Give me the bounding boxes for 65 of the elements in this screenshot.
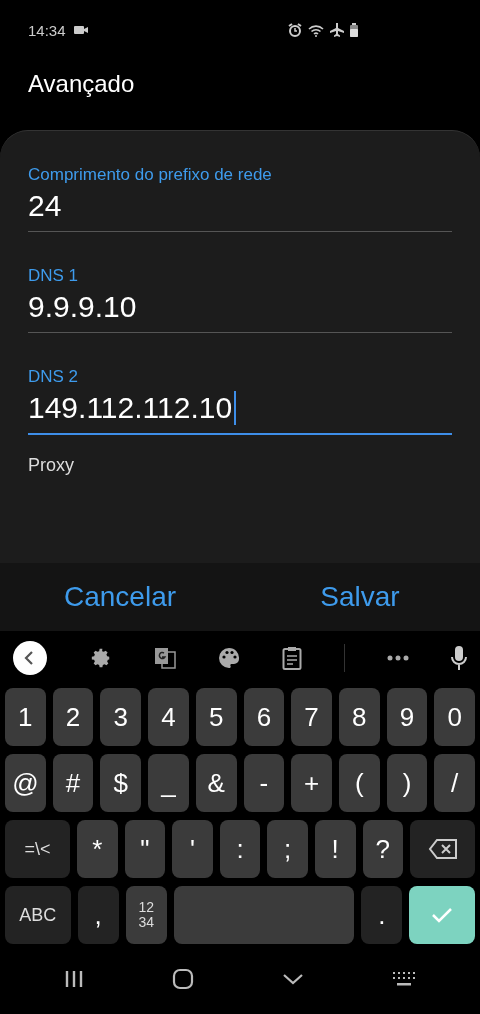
page-title: Avançado (27, 69, 136, 99)
status-time: 14:34 (28, 21, 66, 39)
key[interactable]: ( (338, 754, 380, 812)
key[interactable]: / (434, 754, 476, 812)
key[interactable]: # (52, 754, 94, 812)
field-value: 24 (28, 189, 63, 223)
translate-icon[interactable] (154, 647, 176, 669)
microphone-icon[interactable] (451, 646, 467, 670)
video-camera-icon (73, 25, 88, 35)
field-value: 9.9.9.10 (28, 290, 138, 324)
palette-icon[interactable] (218, 647, 240, 669)
key[interactable]: ? (362, 820, 404, 878)
key[interactable]: _ (148, 754, 189, 812)
key[interactable]: ) (386, 754, 428, 812)
key[interactable]: ABC (5, 886, 71, 944)
dialog-button[interactable]: Salvar (240, 563, 480, 631)
keyboard-icon[interactable] (392, 971, 416, 987)
field-label: DNS 2 (28, 367, 80, 387)
text-field[interactable]: Comprimento do prefixo de rede 24 (28, 165, 452, 232)
key[interactable]: ! (314, 820, 356, 878)
numbers-key[interactable]: 12 34 (125, 886, 167, 944)
check-icon (431, 907, 454, 923)
home-icon[interactable] (172, 968, 194, 990)
key[interactable]: 6 (243, 688, 285, 746)
key[interactable]: 3 (100, 688, 142, 746)
key[interactable]: 4 (148, 688, 189, 746)
key[interactable]: ; (267, 820, 308, 878)
text-field[interactable]: DNS 2 149.112.112.10 (28, 367, 452, 435)
key[interactable]: $ (100, 754, 142, 812)
key[interactable]: & (195, 754, 237, 812)
field-value: 149.112.112.10 (28, 391, 237, 425)
key[interactable]: " (124, 820, 166, 878)
key[interactable]: 1 (5, 688, 46, 746)
key[interactable]: + (291, 754, 332, 812)
key[interactable]: 2 (52, 688, 94, 746)
key[interactable]: . (361, 886, 403, 944)
battery-icon (350, 23, 358, 37)
settings-icon[interactable] (90, 647, 112, 669)
key[interactable]: * (76, 820, 118, 878)
proxy-label: Proxy (28, 455, 75, 476)
alarm-icon (288, 23, 302, 37)
field-label: DNS 1 (28, 266, 80, 286)
recent-apps-icon[interactable] (64, 970, 84, 988)
key[interactable]: : (219, 820, 261, 878)
key[interactable]: - (243, 754, 285, 812)
key[interactable]: 5 (195, 688, 237, 746)
field-label: Comprimento do prefixo de rede (28, 165, 273, 185)
backspace-icon (427, 838, 458, 860)
wifi-icon (308, 23, 324, 37)
back-icon[interactable] (12, 640, 48, 676)
key[interactable]: 8 (338, 688, 380, 746)
key[interactable]: 9 (386, 688, 428, 746)
text-field[interactable]: DNS 1 9.9.9.10 (28, 266, 452, 333)
dialog-button[interactable]: Cancelar (0, 563, 240, 631)
clipboard-icon[interactable] (282, 646, 302, 670)
key[interactable]: 7 (291, 688, 332, 746)
backspace-key[interactable] (410, 820, 476, 878)
airplane-icon (330, 23, 344, 37)
key[interactable]: , (77, 886, 119, 944)
more-icon[interactable] (387, 655, 409, 661)
key[interactable]: ' (172, 820, 213, 878)
chevron-down-icon[interactable] (282, 973, 304, 985)
key[interactable]: 0 (434, 688, 476, 746)
key[interactable]: =\< (5, 820, 70, 878)
key[interactable]: @ (5, 754, 46, 812)
